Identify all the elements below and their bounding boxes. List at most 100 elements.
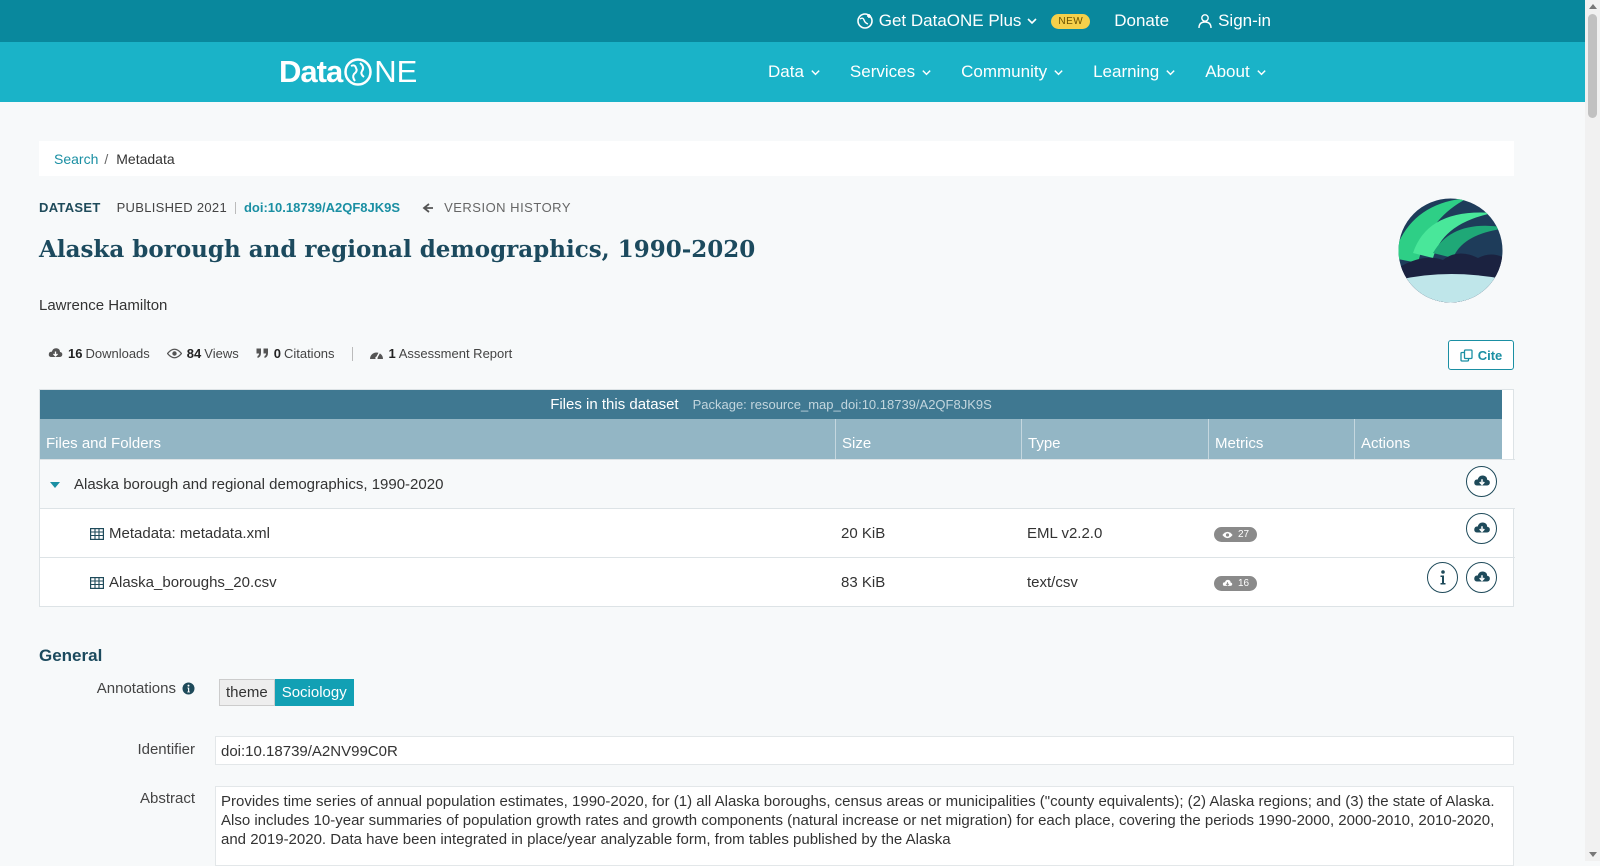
- download-file-button[interactable]: [1466, 553, 1497, 602]
- citations-count: 0: [273, 346, 281, 361]
- sign-in-label: Sign-in: [1218, 11, 1271, 30]
- dataset-doi-link[interactable]: doi:10.18739/A2QF8JK9S: [244, 200, 400, 215]
- scroll-down-arrow[interactable]: [1589, 852, 1597, 857]
- arrow-left-icon: [422, 202, 434, 213]
- get-dataone-plus-label: Get DataONE Plus: [878, 11, 1022, 30]
- file-name-cell: Alaska_boroughs_20.csv: [90, 558, 277, 607]
- file-row[interactable]: Alaska_boroughs_20.csv 83 KiB text/csv 1…: [40, 557, 1515, 606]
- cite-button[interactable]: Cite: [1448, 340, 1514, 370]
- table-icon: [90, 576, 104, 589]
- assessment-count: 1: [388, 346, 396, 361]
- file-info-button[interactable]: [1427, 553, 1458, 602]
- annotation-key[interactable]: theme: [219, 679, 275, 706]
- divider: [234, 201, 236, 214]
- main-nav: Data Services Community Learning About: [768, 42, 1296, 102]
- nav-services[interactable]: Services: [850, 62, 932, 82]
- download-file-button[interactable]: [1466, 504, 1497, 553]
- breadcrumb-search-link[interactable]: Search: [54, 151, 98, 167]
- top-utility-bar: Get DataONE Plus NEW Donate Sign-in: [0, 0, 1585, 42]
- annotations-field: [215, 676, 1514, 712]
- main-navbar: Data NE Data Services Community Learning…: [0, 42, 1585, 102]
- dataset-type-label: DATASET: [39, 200, 101, 215]
- chevron-down-icon: [811, 69, 820, 75]
- chevron-down-icon: [922, 69, 931, 75]
- downloads-stat: 16 Downloads: [48, 346, 150, 361]
- file-row[interactable]: Metadata: metadata.xml 20 KiB EML v2.2.0…: [40, 508, 1515, 557]
- download-button-circle[interactable]: [1466, 466, 1497, 497]
- assessment-report-link[interactable]: 1 Assessment Report: [369, 346, 513, 361]
- cite-label: Cite: [1477, 347, 1503, 363]
- citations-label: Citations: [283, 346, 335, 361]
- globe-logo-icon: [344, 58, 372, 86]
- copy-icon: [1460, 348, 1473, 362]
- column-header-metrics: Metrics: [1209, 419, 1355, 459]
- file-name[interactable]: Alaska_boroughs_20.csv: [109, 574, 277, 591]
- views-stat: 84 Views: [166, 346, 239, 361]
- files-table-header: Files in this dataset Package: resource_…: [40, 390, 1502, 419]
- annotations-label-wrap: Annotations: [97, 680, 195, 697]
- nav-data[interactable]: Data: [768, 62, 821, 82]
- page-scrollbar[interactable]: [1585, 0, 1600, 861]
- scroll-up-arrow[interactable]: [1589, 4, 1597, 9]
- file-name[interactable]: Metadata: metadata.xml: [109, 525, 270, 542]
- files-table-title: Files in this dataset: [550, 396, 679, 413]
- version-history-label: VERSION HISTORY: [444, 200, 571, 215]
- eye-icon: [1222, 531, 1233, 538]
- version-history-link[interactable]: VERSION HISTORY: [422, 200, 571, 215]
- nav-services-label: Services: [849, 62, 916, 81]
- caret-down-icon[interactable]: [50, 460, 60, 509]
- scrollbar-thumb[interactable]: [1588, 14, 1597, 118]
- identifier-label: Identifier: [137, 741, 195, 758]
- donate-link[interactable]: Donate: [1114, 11, 1169, 31]
- nav-community[interactable]: Community: [961, 62, 1064, 82]
- nav-learning[interactable]: Learning: [1093, 62, 1176, 82]
- metric-value: 16: [1238, 578, 1250, 589]
- download-folder-button[interactable]: [1466, 457, 1497, 506]
- folder-row[interactable]: Alaska borough and regional demographics…: [40, 459, 1515, 508]
- chevron-down-icon: [1257, 69, 1266, 75]
- column-header-files: Files and Folders: [40, 419, 836, 459]
- cloud-download-icon: [1473, 475, 1490, 486]
- cloud-download-icon: [1222, 579, 1233, 586]
- logo-text-data: Data: [279, 54, 343, 89]
- file-metric: 27: [1214, 510, 1258, 559]
- dataset-stats: 16 Downloads 84 Views 0 Citations 1 Asse…: [48, 346, 529, 361]
- column-header-type: Type: [1022, 419, 1209, 459]
- assessment-label: Assessment Report: [398, 346, 513, 361]
- downloads-metric-pill: 16: [1214, 576, 1258, 591]
- general-section-title: General: [39, 646, 103, 665]
- user-icon: [1198, 14, 1212, 29]
- package-id: Package: resource_map_doi:10.18739/A2QF8…: [692, 397, 992, 412]
- identifier-value: doi:10.18739/A2NV99C0R: [215, 736, 1514, 765]
- annotation-value[interactable]: Sociology: [274, 679, 354, 706]
- nav-about[interactable]: About: [1205, 62, 1266, 82]
- download-button-circle[interactable]: [1466, 562, 1497, 593]
- info-button-circle[interactable]: [1427, 562, 1458, 593]
- breadcrumb-current: Metadata: [116, 150, 175, 167]
- views-count: 84: [186, 346, 202, 361]
- metric-value: 27: [1238, 529, 1250, 540]
- file-size: 20 KiB: [841, 525, 886, 542]
- downloads-count: 16: [68, 346, 83, 361]
- column-header-size: Size: [836, 419, 1022, 459]
- citations-stat: 0 Citations: [256, 346, 335, 361]
- dataone-logo[interactable]: Data NE: [279, 54, 417, 90]
- sign-in-link[interactable]: Sign-in: [1197, 11, 1271, 31]
- new-badge: NEW: [1051, 13, 1091, 29]
- breadcrumb: Search / Metadata: [39, 141, 1514, 176]
- folder-name[interactable]: Alaska borough and regional demographics…: [74, 460, 443, 509]
- dataset-author[interactable]: Lawrence Hamilton: [39, 297, 167, 314]
- annotations-label: Annotations: [96, 680, 176, 697]
- organization-logo-icon: [1398, 198, 1503, 303]
- files-table-column-headers: Files and Folders Size Type Metrics Acti…: [40, 419, 1502, 459]
- chevron-down-icon: [1054, 69, 1063, 75]
- info-circle-icon[interactable]: [182, 682, 195, 695]
- file-size: 83 KiB: [841, 574, 886, 591]
- views-label: Views: [204, 346, 239, 361]
- chevron-down-icon: [1027, 18, 1037, 25]
- annotation-tag[interactable]: theme Sociology: [219, 679, 354, 706]
- get-dataone-plus-menu[interactable]: Get DataONE Plus NEW: [856, 11, 1091, 31]
- download-button-circle[interactable]: [1466, 513, 1497, 544]
- globe-plus-icon: [856, 13, 873, 29]
- cloud-download-icon: [1473, 522, 1490, 533]
